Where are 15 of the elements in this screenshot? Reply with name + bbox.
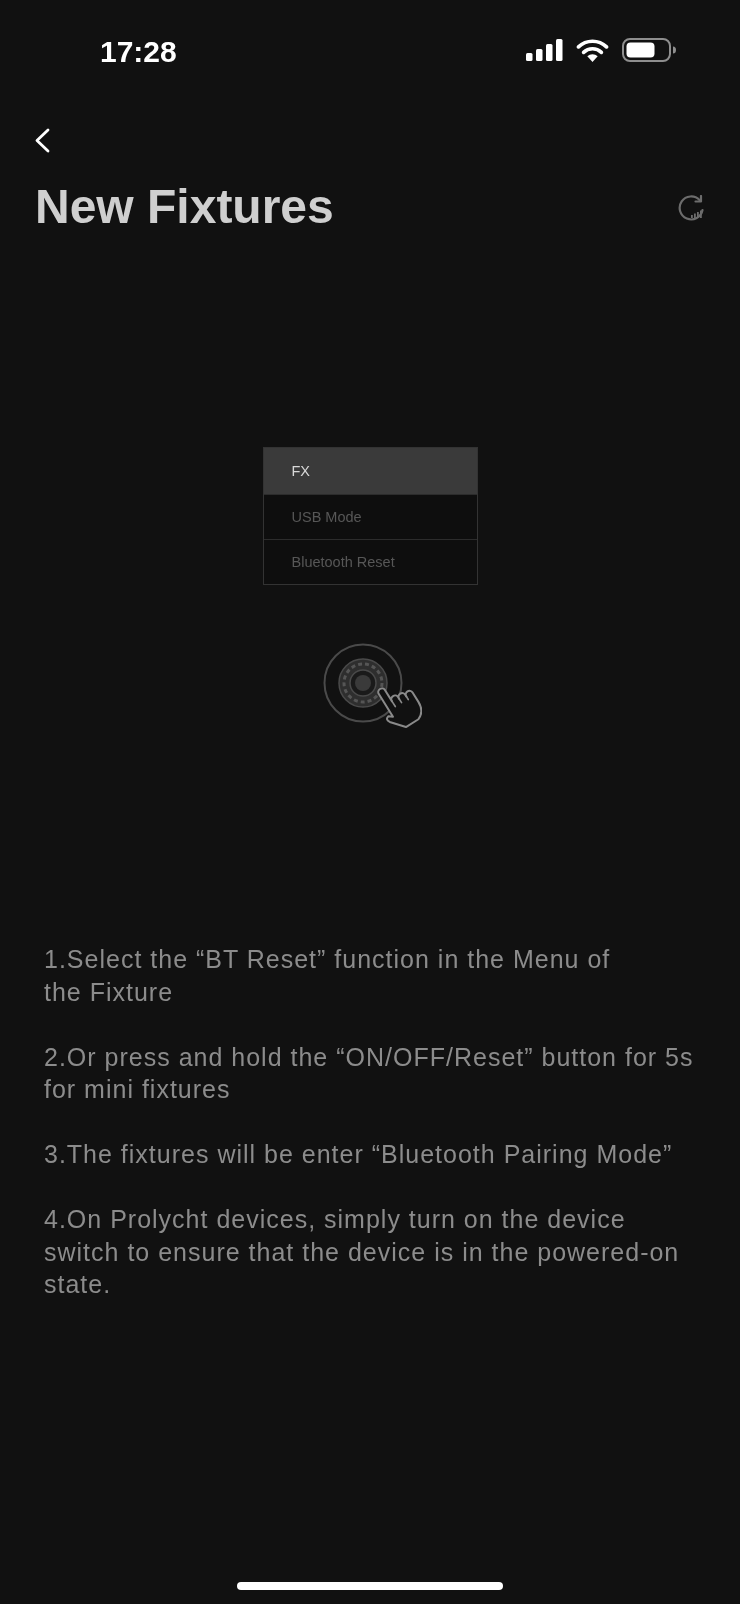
wifi-icon xyxy=(576,38,609,62)
menu-option: USB Mode xyxy=(263,494,477,539)
signal-icon xyxy=(526,39,563,61)
instruction-text: 4.On Prolycht devices, simply turn on the device switch to ensure that the device is in the powered-on state. xyxy=(44,1204,681,1300)
page-title: New Fixtures xyxy=(35,183,334,231)
menu-option: Bluetooth Reset xyxy=(263,539,477,584)
back-button[interactable] xyxy=(34,128,50,153)
instruction-text: 1.Select the “BT Reset” function in the Menu of the Fixture xyxy=(44,944,612,1008)
menu-option: FX xyxy=(263,448,477,494)
instruction-text: 2.Or press and hold the “ON/OFF/Reset” button for 5s for mini fixtures xyxy=(44,1041,695,1105)
battery-icon xyxy=(622,38,676,62)
instruction-text: 3.The fixtures will be enter “Bluetooth Pairing Mode” xyxy=(44,1139,674,1170)
refresh-icon[interactable] xyxy=(677,195,705,222)
status-time: 17:28 xyxy=(100,37,177,67)
chevron-left-icon xyxy=(34,128,50,153)
